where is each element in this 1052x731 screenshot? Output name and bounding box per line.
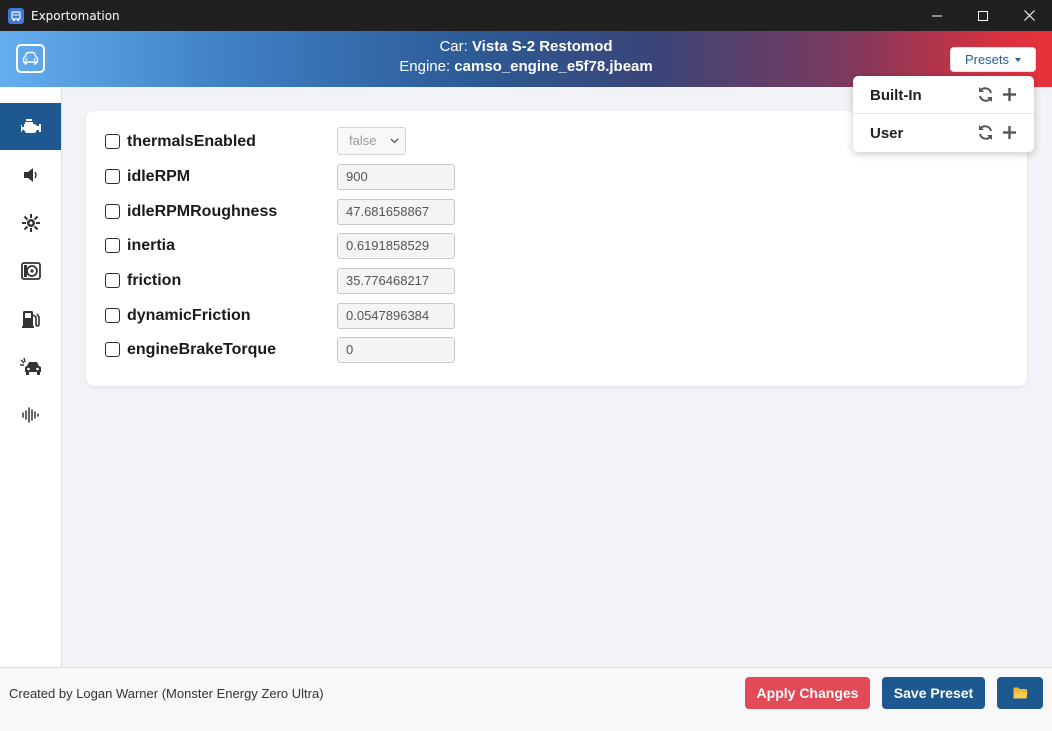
param-input[interactable]: 900 [337,164,455,190]
param-label: friction [127,272,182,289]
caret-down-icon [1015,57,1022,62]
param-row-idleRPMRoughness: idleRPMRoughness 47.681658867 [104,197,464,227]
param-row-dynamicFriction: dynamicFriction 0.0547896384 [104,301,464,331]
speaker-icon [23,167,37,182]
presets-label: Presets [964,52,1010,67]
engine-line: Engine: camso_engine_e5f78.jbeam [0,57,1052,77]
save-preset-button[interactable]: Save Preset [882,677,985,709]
sidebar-item-turbo[interactable] [0,199,61,246]
preset-group-label: User [870,125,904,142]
param-checkbox[interactable] [105,342,120,357]
param-input[interactable]: 0.0547896384 [337,303,455,329]
engine-params-card: thermalsEnabled false idleRPM 900 idleRP… [86,111,1027,386]
sidebar-item-supercharger[interactable] [0,247,61,294]
add-icon[interactable] [1001,86,1018,103]
param-label: idleRPMRoughness [127,203,278,220]
refresh-icon[interactable] [977,124,994,141]
title-bar: Exportomation [0,0,1052,31]
param-row-engineBrakeTorque: engineBrakeTorque 0 [104,335,464,365]
sidebar-item-fuel[interactable] [0,295,61,342]
param-checkbox[interactable] [105,273,120,288]
close-window-button[interactable] [1006,0,1052,31]
supercharger-icon [20,261,41,280]
apply-changes-button[interactable]: Apply Changes [745,677,870,709]
maximize-button[interactable] [960,0,1006,31]
car-prefix: Car: [439,38,472,55]
param-input[interactable]: 0.6191858529 [337,233,455,259]
window-controls [914,0,1052,31]
sidebar-item-sound[interactable] [0,151,61,198]
sidebar-item-engine[interactable] [0,103,61,150]
param-checkbox[interactable] [105,134,120,149]
param-label: dynamicFriction [127,307,251,324]
param-checkbox[interactable] [105,204,120,219]
engine-file: camso_engine_e5f78.jbeam [454,58,653,75]
param-row-idleRPM: idleRPM 900 [104,162,464,192]
engine-prefix: Engine: [399,58,455,75]
param-input[interactable]: 0 [337,337,455,363]
folder-icon [1013,687,1027,699]
param-label: thermalsEnabled [127,133,256,150]
fuel-pump-icon [21,310,40,328]
maximize-icon [978,10,988,21]
car-line: Car: Vista S-2 Restomod [0,37,1052,57]
chevron-down-icon [390,138,399,144]
param-label: inertia [127,237,176,254]
app-window: Exportomation Car: Vista S-2 Restomod En… [0,0,1052,731]
preset-group-label: Built-In [870,87,922,104]
header-info: Car: Vista S-2 Restomod Engine: camso_en… [0,37,1052,77]
param-select[interactable]: false [337,127,406,155]
param-input[interactable]: 47.681658867 [337,199,455,225]
open-folder-button[interactable] [997,677,1043,709]
minimize-button[interactable] [914,0,960,31]
preset-group-user[interactable]: User [853,114,1034,152]
close-icon [1023,10,1035,21]
sidebar-item-audio[interactable] [0,391,61,438]
footer-credit: Created by Logan Warner (Monster Energy … [9,686,324,701]
add-icon[interactable] [1001,124,1018,141]
param-label: idleRPM [127,168,191,185]
car-crash-icon [19,357,41,375]
param-row-inertia: inertia 0.6191858529 [104,231,464,261]
turbo-icon [21,213,40,232]
minimize-icon [932,15,942,16]
refresh-icon[interactable] [977,86,994,103]
app-logo-icon [8,7,24,24]
param-input[interactable]: 35.776468217 [337,268,455,294]
preset-group-built-in[interactable]: Built-In [853,76,1034,114]
param-checkbox[interactable] [105,238,120,253]
param-select-value: false [349,133,377,148]
waveform-icon [21,406,39,423]
engine-icon [20,118,41,133]
car-name: Vista S-2 Restomod [471,38,613,55]
param-checkbox[interactable] [105,308,120,323]
presets-button[interactable]: Presets [950,47,1036,72]
param-label: engineBrakeTorque [127,341,277,358]
param-row-thermalsEnabled: thermalsEnabled false [104,127,464,157]
footer: Created by Logan Warner (Monster Energy … [0,667,1052,731]
param-row-friction: friction 35.776468217 [104,266,464,296]
sidebar-item-crash[interactable] [0,343,61,390]
param-checkbox[interactable] [105,169,120,184]
window-title: Exportomation [31,8,120,23]
presets-dropdown: Built-In User [853,76,1034,152]
sidebar [0,87,62,667]
